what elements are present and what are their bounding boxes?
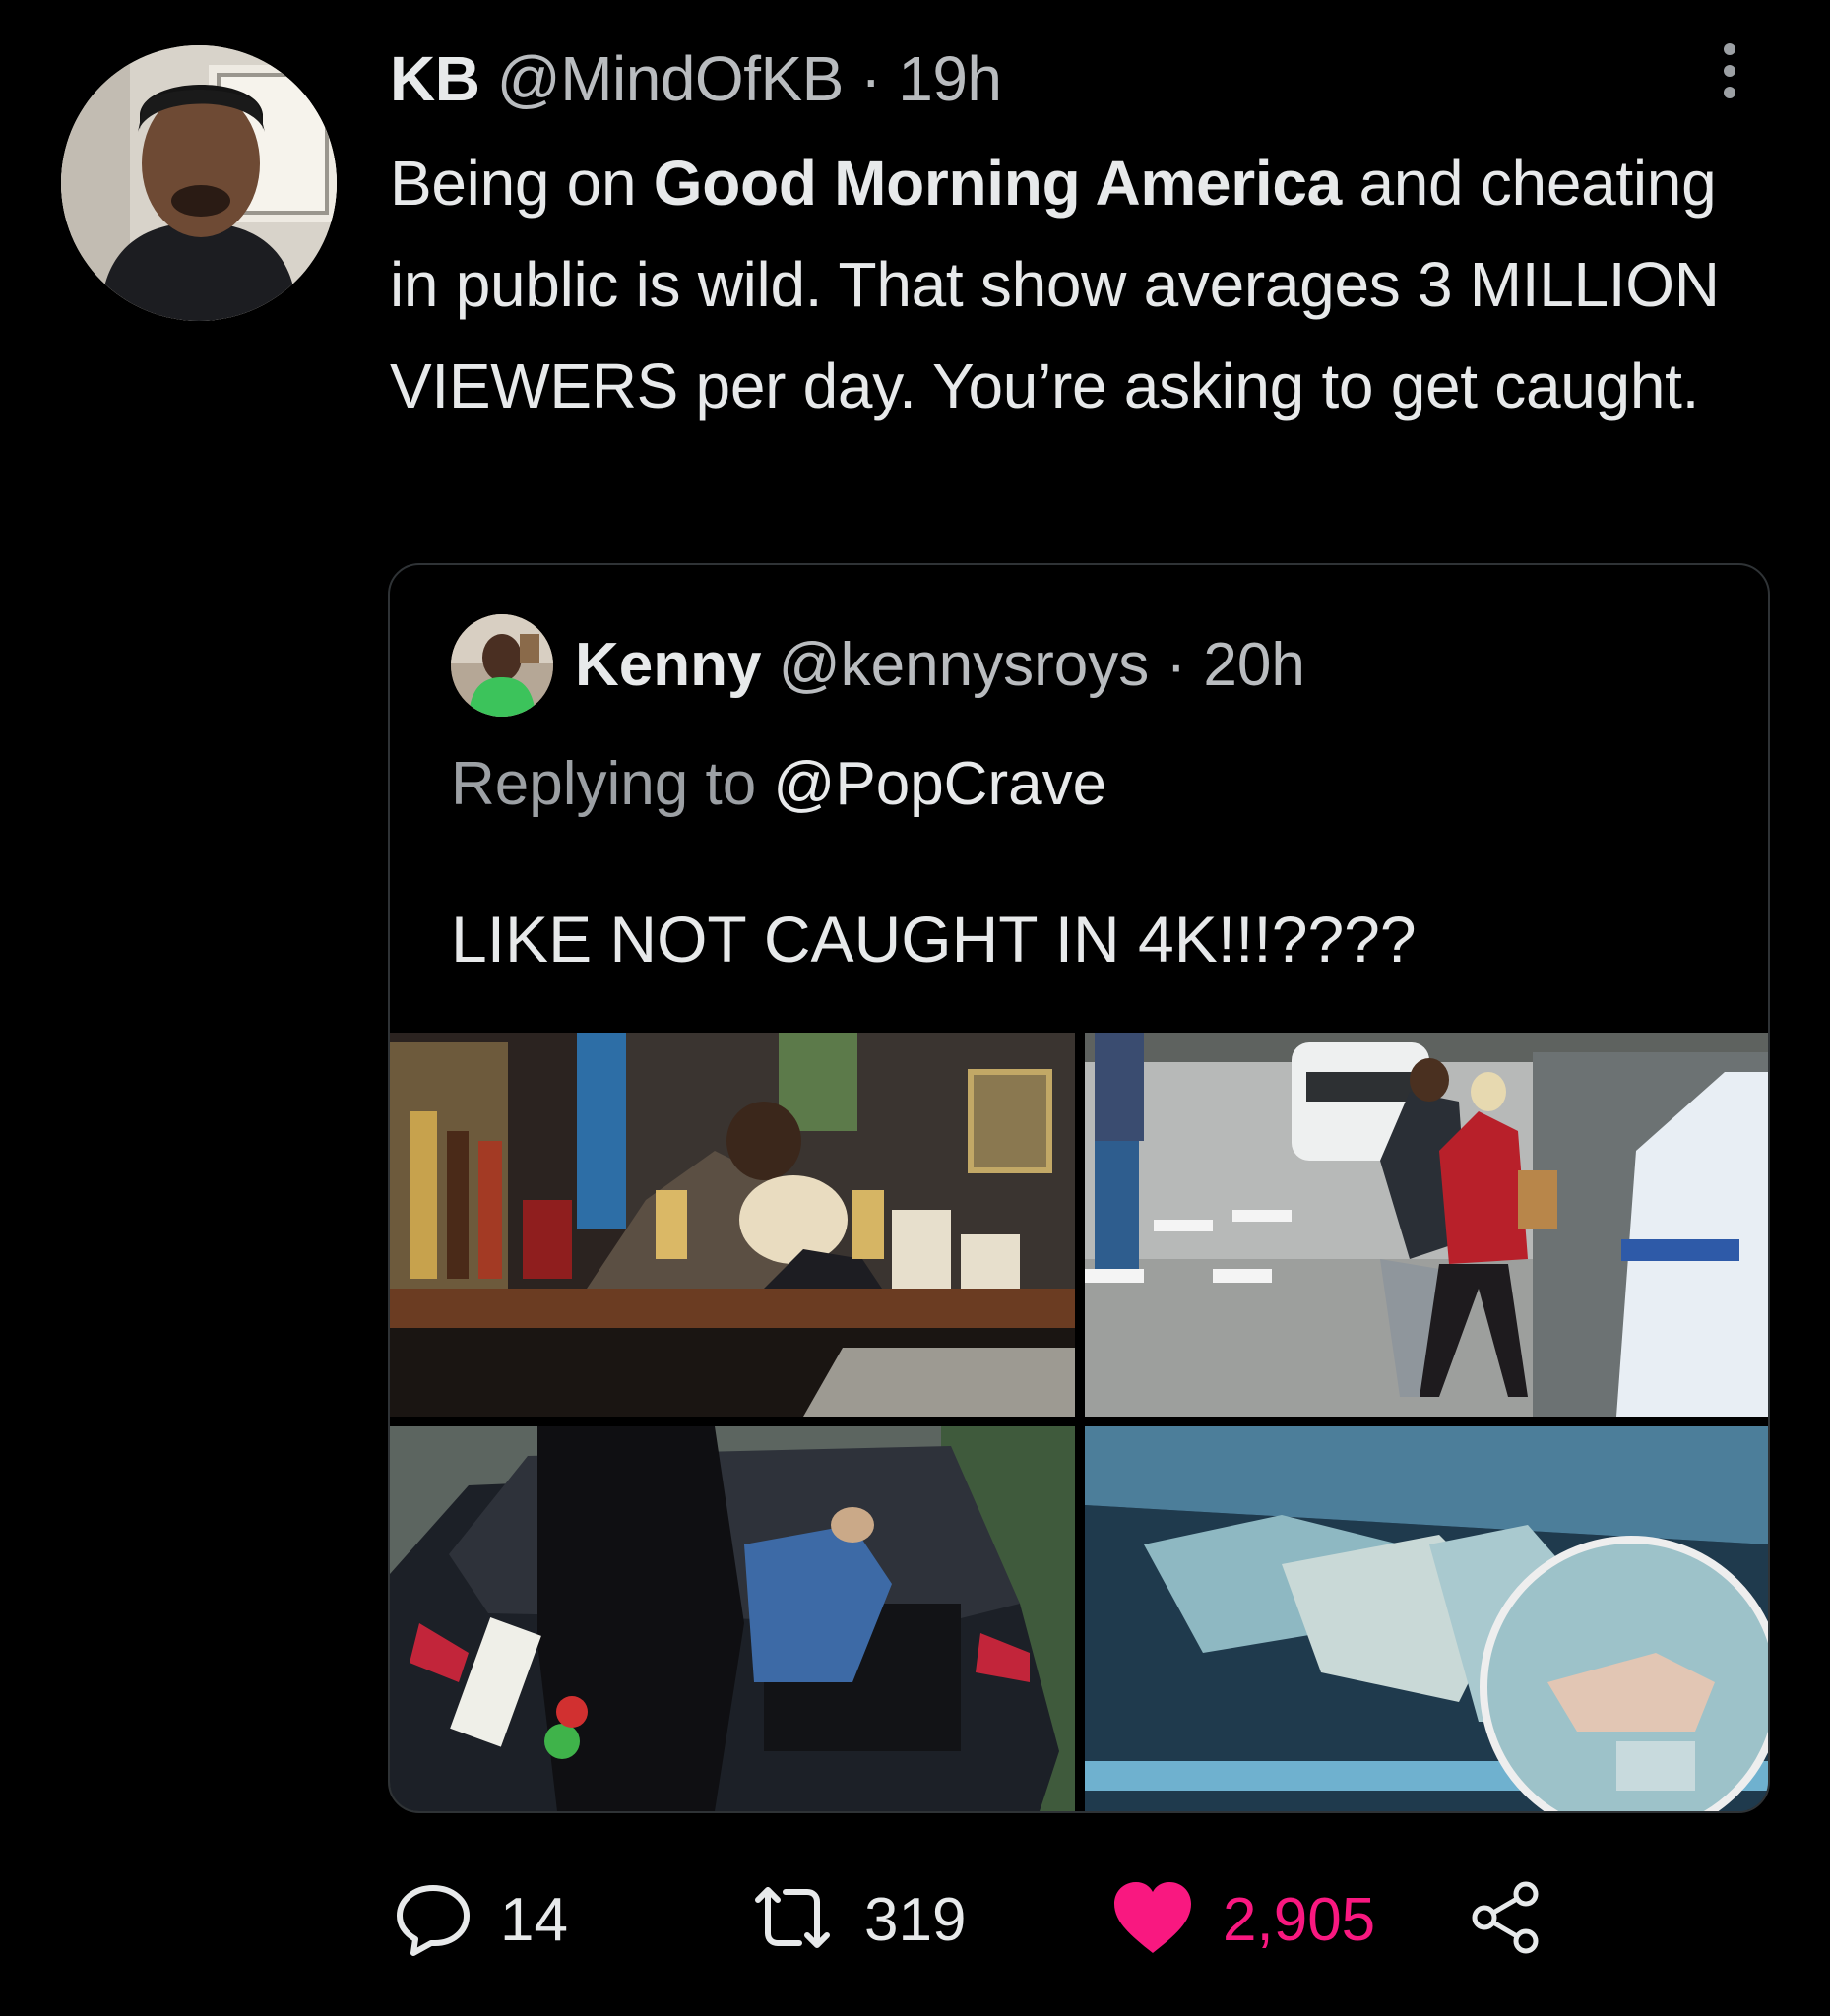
tweet-text-before: Being on [390,148,654,219]
author-handle[interactable]: @MindOfKB [497,43,845,114]
reply-icon [394,1878,473,1962]
photo-bar[interactable] [390,1033,1075,1417]
quoted-avatar [451,614,553,717]
replying-to: Replying to @PopCrave [451,740,1106,829]
heart-icon [1110,1878,1195,1962]
photo-grid [390,1033,1768,1811]
tweet-text-bold: Good Morning America [653,148,1343,219]
quoted-text: LIKE NOT CAUGHT IN 4K!!!???? [451,903,1417,976]
tweet-header: KB @MindOfKB · 19h [390,39,1002,118]
quoted-tweet[interactable]: Kenny @kennysroys · 20h Replying to @Pop… [388,563,1770,1813]
author-name[interactable]: KB [390,43,480,114]
quoted-name[interactable]: Kenny [575,631,761,699]
reply-button[interactable]: 14 [394,1870,568,1969]
retweet-button[interactable]: 319 [748,1870,966,1969]
photo-street[interactable] [1085,1033,1768,1417]
share-icon [1467,1878,1546,1962]
quoted-handle[interactable]: @kennysroys [779,631,1150,699]
quoted-separator: · [1166,631,1187,699]
header-separator: · [860,43,881,114]
quoted-header: Kenny @kennysroys · 20h [575,614,1305,717]
quoted-time[interactable]: 20h [1203,631,1304,699]
reply-count: 14 [500,1885,568,1954]
replying-mention[interactable]: @PopCrave [773,750,1106,818]
share-button[interactable] [1467,1870,1546,1969]
action-bar: 14 319 2,905 [394,1870,1772,1969]
retweet-count: 319 [864,1885,967,1954]
retweet-icon [748,1878,837,1962]
more-icon[interactable] [1715,39,1744,108]
photo-car-trunk[interactable] [390,1426,1075,1811]
photo-in-car[interactable] [1085,1426,1768,1811]
like-button[interactable]: 2,905 [1110,1870,1375,1969]
author-avatar[interactable] [61,45,337,321]
tweet-text: Being on Good Morning America and cheati… [390,133,1748,437]
tweet-time[interactable]: 19h [898,43,1002,114]
like-count: 2,905 [1223,1885,1376,1954]
replying-prefix: Replying to [451,750,774,818]
